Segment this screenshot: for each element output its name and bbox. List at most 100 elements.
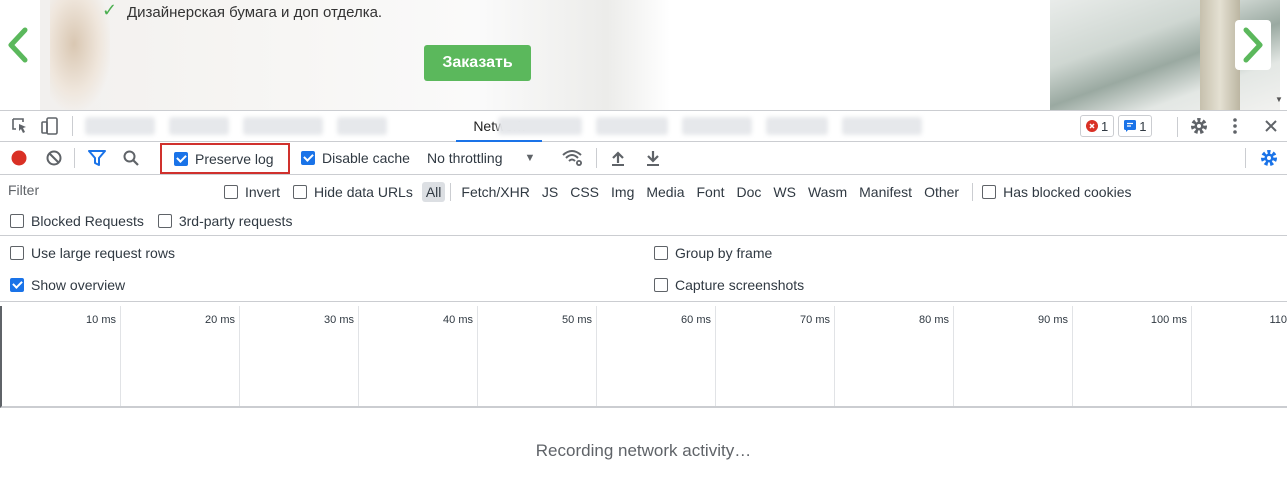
filter-icon xyxy=(88,150,106,166)
timeline-tick: 70 ms xyxy=(716,306,835,406)
import-har-button[interactable] xyxy=(606,146,630,170)
divider xyxy=(1177,117,1178,137)
filter-type-all[interactable]: All xyxy=(421,182,446,202)
chevron-left-icon xyxy=(8,27,28,63)
filter-type-font[interactable]: Font xyxy=(693,182,729,202)
feature-text: Дизайнерская бумага и доп отделка. xyxy=(127,4,383,21)
throttling-value: No throttling xyxy=(427,150,503,166)
filter-type-wasm[interactable]: Wasm xyxy=(804,182,851,202)
record-button[interactable] xyxy=(7,146,31,170)
filter-bar-row-2: Blocked Requests 3rd-party requests xyxy=(0,206,1287,236)
tab-blurred[interactable] xyxy=(169,117,229,135)
has-blocked-cookies-label[interactable]: Has blocked cookies xyxy=(1003,184,1131,200)
network-settings-pane: Use large request rows Show overview Gro… xyxy=(0,236,1287,302)
tab-blurred[interactable] xyxy=(337,117,387,135)
hide-data-urls-checkbox[interactable] xyxy=(293,185,308,199)
group-by-frame-checkbox[interactable] xyxy=(654,246,668,260)
filter-type-manifest[interactable]: Manifest xyxy=(855,182,916,202)
divider xyxy=(74,148,75,168)
errors-badge[interactable]: 1 xyxy=(1080,115,1115,137)
timeline-tick: 40 ms xyxy=(359,306,478,406)
search-icon xyxy=(123,150,139,166)
tab-blurred[interactable] xyxy=(243,117,323,135)
order-button[interactable]: Заказать xyxy=(424,45,531,81)
page-preview: ✓ Дизайнерская бумага и доп отделка. Зак… xyxy=(0,0,1287,110)
large-rows-checkbox[interactable] xyxy=(10,246,24,260)
has-blocked-cookies-checkbox[interactable] xyxy=(982,185,997,199)
tab-blurred[interactable] xyxy=(596,117,668,135)
messages-count: 1 xyxy=(1139,118,1147,134)
filter-type-media[interactable]: Media xyxy=(642,182,688,202)
carousel-next-button[interactable] xyxy=(1235,20,1271,70)
recording-status: Recording network activity… xyxy=(535,441,752,460)
network-settings-icon[interactable] xyxy=(1257,146,1281,170)
preserve-log-highlight: Preserve log xyxy=(160,143,290,174)
tab-blurred[interactable] xyxy=(766,117,828,135)
timeline-tick: 80 ms xyxy=(835,306,954,406)
show-overview-checkbox[interactable] xyxy=(10,278,24,292)
divider xyxy=(596,148,597,168)
tab-blurred[interactable] xyxy=(498,117,582,135)
checkmark-icon: ✓ xyxy=(102,0,118,20)
download-icon xyxy=(647,151,659,166)
invert-checkbox[interactable] xyxy=(224,185,238,199)
tab-blurred[interactable] xyxy=(85,117,155,135)
record-icon xyxy=(11,150,27,166)
disable-cache-label[interactable]: Disable cache xyxy=(322,150,410,166)
device-toolbar-icon[interactable] xyxy=(38,114,62,138)
messages-badge[interactable]: 1 xyxy=(1118,115,1153,137)
divider xyxy=(972,183,974,201)
message-icon xyxy=(1124,120,1137,132)
show-overview-label[interactable]: Show overview xyxy=(31,277,125,293)
tab-blurred[interactable] xyxy=(842,117,922,135)
more-options-icon[interactable] xyxy=(1223,114,1247,138)
inspect-element-icon[interactable] xyxy=(8,114,32,138)
search-button[interactable] xyxy=(119,146,143,170)
network-toolbar: Preserve log Disable cache No throttling… xyxy=(0,142,1287,175)
timeline-tick: 100 ms xyxy=(1073,306,1192,406)
tab-blurred[interactable] xyxy=(682,117,752,135)
disable-cache-checkbox[interactable] xyxy=(301,151,315,165)
blocked-requests-label[interactable]: Blocked Requests xyxy=(31,213,144,229)
timeline-tick: 10 ms xyxy=(2,306,121,406)
filter-type-other[interactable]: Other xyxy=(920,182,963,202)
filter-button[interactable] xyxy=(85,146,109,170)
capture-screenshots-label[interactable]: Capture screenshots xyxy=(675,277,804,293)
upload-icon xyxy=(612,151,624,166)
third-party-label[interactable]: 3rd-party requests xyxy=(179,213,293,229)
close-icon[interactable] xyxy=(1259,114,1283,138)
filter-type-fetch-xhr[interactable]: Fetch/XHR xyxy=(457,182,533,202)
preserve-log-label[interactable]: Preserve log xyxy=(195,151,274,167)
preserve-log-checkbox[interactable] xyxy=(174,151,188,166)
divider xyxy=(1245,148,1246,168)
filter-type-css[interactable]: CSS xyxy=(566,182,603,202)
hide-data-urls-label[interactable]: Hide data URLs xyxy=(314,184,413,200)
clear-button[interactable] xyxy=(42,146,66,170)
timeline-tick: 30 ms xyxy=(240,306,359,406)
throttling-select[interactable]: No throttling ▼ xyxy=(427,150,535,166)
invert-label[interactable]: Invert xyxy=(245,184,280,200)
blocked-requests-checkbox[interactable] xyxy=(10,213,24,228)
large-rows-label[interactable]: Use large request rows xyxy=(31,245,175,261)
timeline-tick: 20 ms xyxy=(121,306,240,406)
scroll-down-arrow-icon[interactable]: ▼ xyxy=(1275,95,1283,104)
filter-input[interactable] xyxy=(0,178,208,202)
third-party-checkbox[interactable] xyxy=(157,213,172,228)
dropdown-arrow-icon: ▼ xyxy=(524,152,536,164)
settings-gear-icon[interactable] xyxy=(1187,114,1211,138)
capture-screenshots-checkbox[interactable] xyxy=(654,278,668,292)
carousel-prev-button[interactable] xyxy=(0,20,36,70)
export-har-button[interactable] xyxy=(641,146,665,170)
timeline-tick: 50 ms xyxy=(478,306,597,406)
filter-type-ws[interactable]: WS xyxy=(769,182,800,202)
network-conditions-button[interactable] xyxy=(561,146,585,170)
filter-type-doc[interactable]: Doc xyxy=(733,182,766,202)
errors-count: 1 xyxy=(1101,118,1109,134)
filter-bar: Invert Hide data URLs All Fetch/XHR JS C… xyxy=(0,175,1287,206)
group-by-frame-label[interactable]: Group by frame xyxy=(675,245,772,261)
filter-type-img[interactable]: Img xyxy=(607,182,638,202)
network-overview-timeline[interactable]: 10 ms 20 ms 30 ms 40 ms 50 ms 60 ms 70 m… xyxy=(0,306,1287,408)
divider xyxy=(450,183,452,201)
filter-type-js[interactable]: JS xyxy=(538,182,562,202)
chevron-right-icon xyxy=(1243,27,1263,63)
